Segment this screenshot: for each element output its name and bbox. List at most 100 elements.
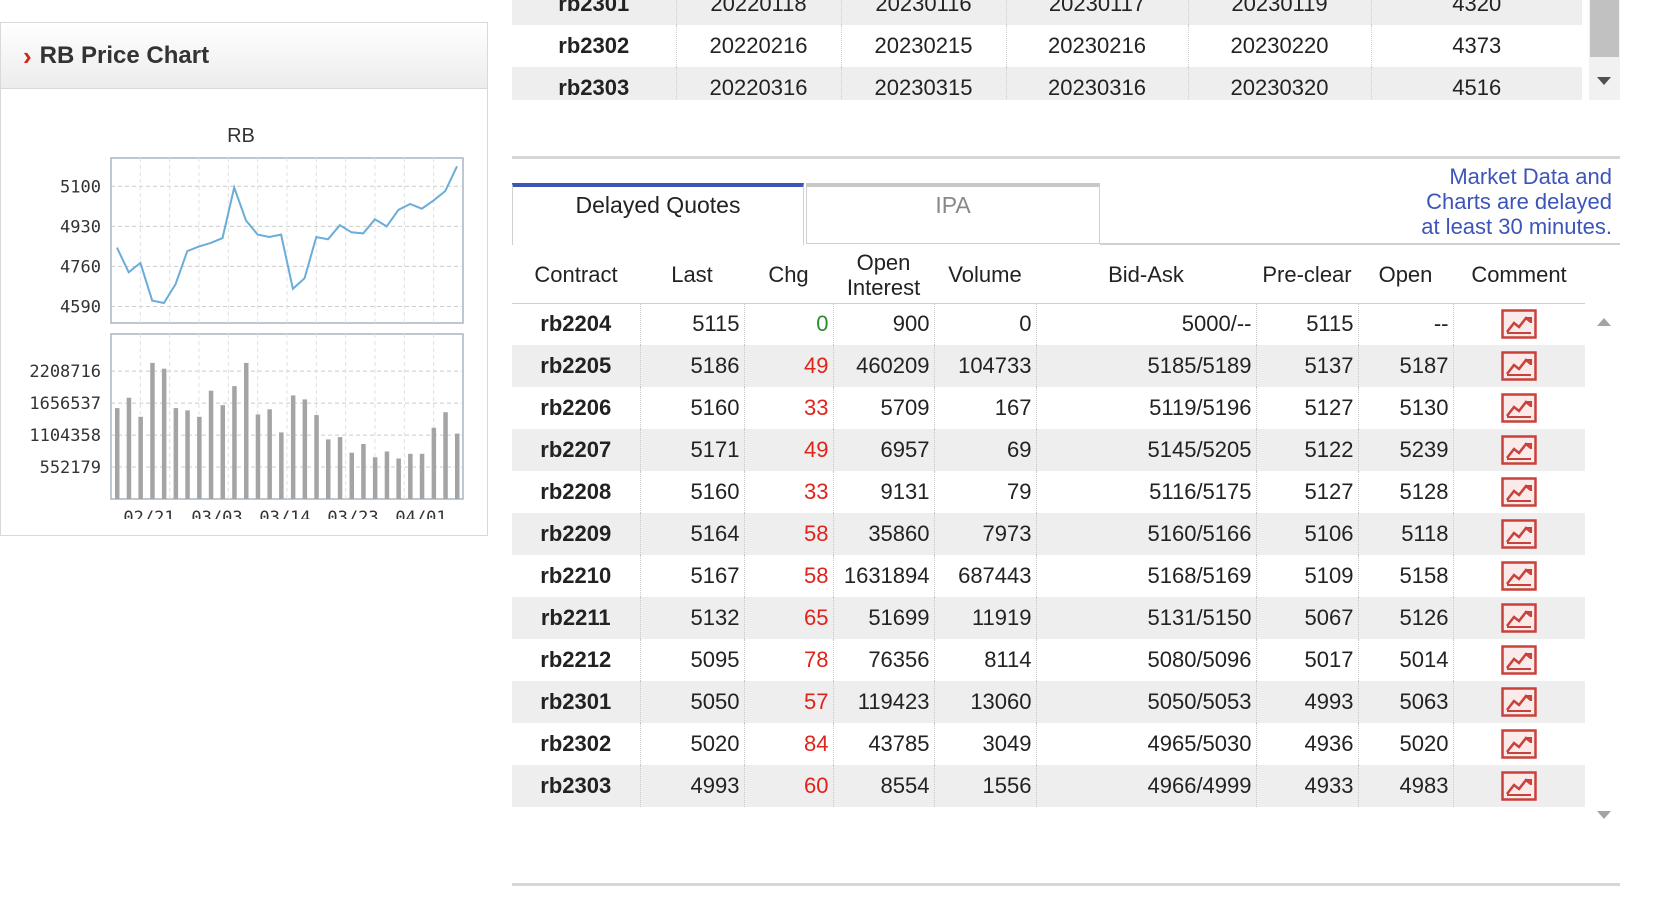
bidask-cell: 5185/5189 bbox=[1036, 345, 1257, 387]
table-row: rb2206 5160 33 5709 167 5119/5196 5127 5130 bbox=[512, 387, 1585, 429]
comment-cell bbox=[1453, 723, 1585, 765]
volume-cell: 167 bbox=[934, 387, 1037, 429]
preclear-cell: 5017 bbox=[1256, 639, 1359, 681]
table-cell: 20220216 bbox=[676, 25, 842, 67]
scroll-down-arrow-icon[interactable] bbox=[1597, 811, 1611, 819]
table-cell: 4320 bbox=[1371, 0, 1582, 25]
volume-bar bbox=[326, 439, 331, 499]
quotes-scrollbar[interactable] bbox=[1589, 308, 1620, 832]
col-header-bid-ask: Bid-Ask bbox=[1036, 247, 1256, 304]
chart-icon[interactable] bbox=[1501, 645, 1537, 675]
col-header-open-interest: Open Interest bbox=[833, 247, 934, 304]
comment-cell bbox=[1453, 597, 1585, 639]
chg-cell: 60 bbox=[744, 765, 834, 807]
open-cell: 4983 bbox=[1358, 765, 1454, 807]
volume-bar bbox=[431, 427, 437, 499]
last-cell: 5132 bbox=[640, 597, 745, 639]
section-divider bbox=[512, 156, 1620, 159]
chg-cell: 0 bbox=[744, 303, 834, 345]
scroll-up-arrow-icon[interactable] bbox=[1597, 318, 1611, 326]
chevron-right-icon: › bbox=[23, 40, 32, 71]
chart-icon[interactable] bbox=[1501, 729, 1537, 759]
section-divider bbox=[512, 883, 1620, 886]
scroll-down-arrow-icon[interactable] bbox=[1597, 77, 1611, 85]
volume-cell: 11919 bbox=[934, 597, 1037, 639]
col-header-open-interest-line1: Open bbox=[856, 249, 911, 275]
chart-icon[interactable] bbox=[1501, 519, 1537, 549]
price-chart-panel: › RB Price Chart RB 5100 4930 4760 4590 220… bbox=[0, 22, 488, 536]
oi-cell: 900 bbox=[833, 303, 935, 345]
table-cell: 20230216 bbox=[1006, 25, 1189, 67]
chart-icon[interactable] bbox=[1501, 687, 1537, 717]
open-cell: 5158 bbox=[1358, 555, 1454, 597]
y-tick-label: 1104358 bbox=[29, 426, 101, 446]
chart-icon[interactable] bbox=[1501, 477, 1537, 507]
last-cell: 5020 bbox=[640, 723, 745, 765]
volume-bar bbox=[161, 368, 167, 499]
open-cell: 5014 bbox=[1358, 639, 1454, 681]
oi-cell: 8554 bbox=[833, 765, 935, 807]
chart-icon[interactable] bbox=[1501, 561, 1537, 591]
expiry-table: rb2301 20220118 20230116 20230117 20230119 43… bbox=[512, 0, 1582, 100]
volume-cell: 7973 bbox=[934, 513, 1037, 555]
chart-icon[interactable] bbox=[1501, 435, 1537, 465]
open-cell: 5063 bbox=[1358, 681, 1454, 723]
oi-cell: 51699 bbox=[833, 597, 935, 639]
chg-cell: 78 bbox=[744, 639, 834, 681]
x-tick-label: 03/03 bbox=[191, 508, 242, 519]
last-cell: 5050 bbox=[640, 681, 745, 723]
oi-cell: 76356 bbox=[833, 639, 935, 681]
chart-icon[interactable] bbox=[1501, 603, 1537, 633]
y-tick-label: 4930 bbox=[60, 217, 101, 237]
table-cell: 20230116 bbox=[841, 0, 1007, 25]
expiry-table-scrollbar[interactable] bbox=[1589, 0, 1620, 100]
last-cell: 5186 bbox=[640, 345, 745, 387]
delay-notice-line: Charts are delayed bbox=[1426, 189, 1612, 214]
chg-cell: 49 bbox=[744, 345, 834, 387]
volume-bar bbox=[255, 414, 261, 499]
contract-cell: rb2303 bbox=[512, 67, 677, 100]
volume-bar bbox=[349, 452, 354, 499]
volume-bar bbox=[267, 409, 272, 499]
oi-cell: 1631894 bbox=[833, 555, 935, 597]
bidask-cell: 5145/5205 bbox=[1036, 429, 1257, 471]
contract-cell: rb2303 bbox=[512, 765, 641, 807]
chart-icon[interactable] bbox=[1501, 309, 1537, 339]
chart-icon[interactable] bbox=[1501, 351, 1537, 381]
panel-header: › RB Price Chart bbox=[1, 23, 487, 89]
table-cell: 20220118 bbox=[676, 0, 842, 25]
x-tick-label: 04/01 bbox=[395, 508, 446, 519]
chart-icon[interactable] bbox=[1501, 393, 1537, 423]
volume-cell: 79 bbox=[934, 471, 1037, 513]
volume-bar bbox=[244, 362, 249, 499]
last-cell: 5160 bbox=[640, 387, 745, 429]
col-header-preclear: Pre-clear bbox=[1256, 247, 1358, 304]
preclear-cell: 5106 bbox=[1256, 513, 1359, 555]
tab-ipa[interactable]: IPA bbox=[806, 183, 1100, 244]
contract-cell: rb2210 bbox=[512, 555, 641, 597]
contract-cell: rb2301 bbox=[512, 0, 677, 25]
volume-bar bbox=[419, 453, 425, 499]
comment-cell bbox=[1453, 765, 1585, 807]
preclear-cell: 5067 bbox=[1256, 597, 1359, 639]
last-cell: 5160 bbox=[640, 471, 745, 513]
last-cell: 5167 bbox=[640, 555, 745, 597]
chart-icon[interactable] bbox=[1501, 771, 1537, 801]
tab-delayed-quotes[interactable]: Delayed Quotes bbox=[512, 183, 804, 245]
x-tick-label: 03/14 bbox=[259, 508, 310, 519]
table-row: rb2210 5167 58 1631894 687443 5168/5169 5109 51… bbox=[512, 555, 1585, 597]
open-cell: 5126 bbox=[1358, 597, 1454, 639]
volume-bar bbox=[126, 397, 132, 499]
chg-cell: 57 bbox=[744, 681, 834, 723]
table-cell: 20230316 bbox=[1006, 67, 1189, 100]
table-row: rb2301 20220118 20230116 20230117 20230119 43… bbox=[512, 0, 1582, 25]
open-cell: 5020 bbox=[1358, 723, 1454, 765]
volume-bar bbox=[279, 432, 284, 499]
volume-bar bbox=[208, 390, 214, 499]
contract-cell: rb2301 bbox=[512, 681, 641, 723]
table-row: rb2204 5115 0 900 0 5000/-- 5115 -- bbox=[512, 303, 1585, 345]
table-cell: 20230215 bbox=[841, 25, 1007, 67]
scrollbar-thumb[interactable] bbox=[1590, 0, 1619, 57]
oi-cell: 5709 bbox=[833, 387, 935, 429]
volume-bar bbox=[150, 362, 155, 499]
